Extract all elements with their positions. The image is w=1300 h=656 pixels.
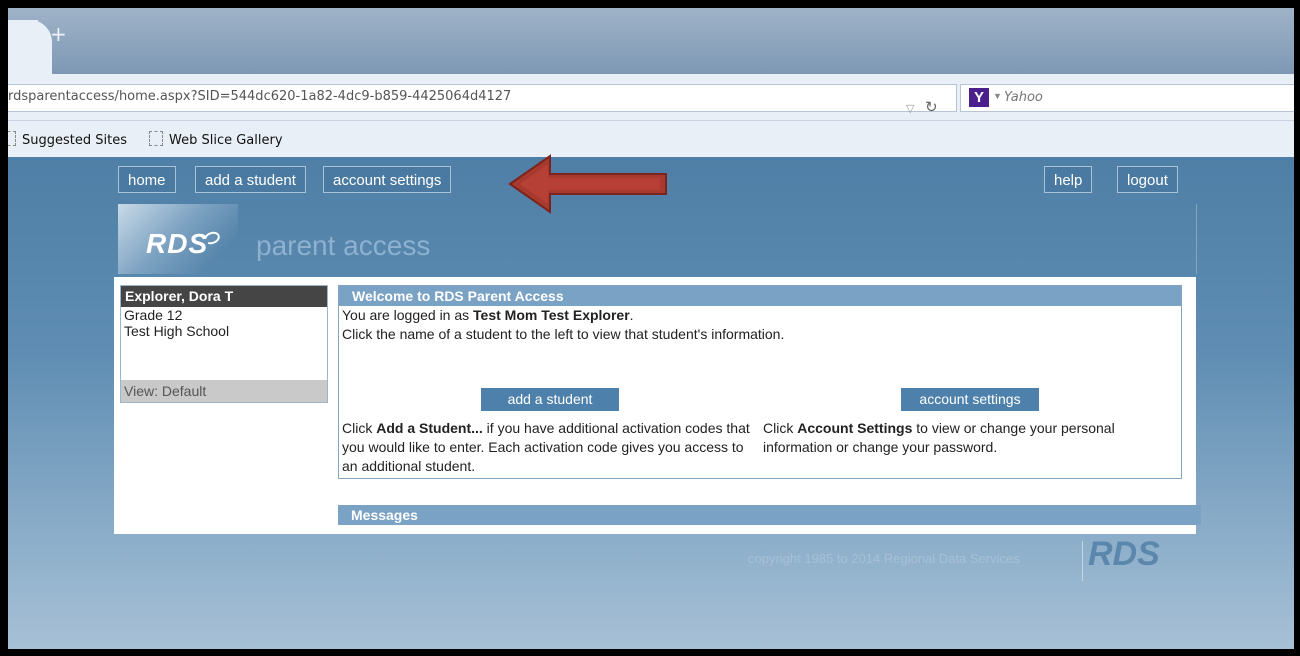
desc-bold: Add a Student...	[376, 420, 483, 436]
nav-account-settings-button[interactable]: account settings	[323, 166, 452, 193]
desc-bold: Account Settings	[797, 420, 913, 436]
new-tab-icon[interactable]: +	[50, 22, 67, 46]
bookmark-label: Web Slice Gallery	[169, 133, 283, 148]
active-tab[interactable]	[8, 20, 52, 76]
messages-header: Messages	[338, 505, 1201, 525]
footer-divider	[1082, 541, 1083, 581]
logo-brand: RDS	[146, 228, 209, 259]
footer-logo: RDS	[1088, 535, 1160, 573]
student-grade: Grade 12	[124, 307, 183, 323]
student-name-link[interactable]: Explorer, Dora T	[121, 286, 327, 307]
bookmark-suggested-sites[interactable]: Suggested Sites	[8, 131, 127, 148]
yahoo-logo-icon[interactable]: Y	[969, 88, 989, 107]
logged-in-text: You are logged in as Test Mom Test Explo…	[339, 306, 1181, 325]
student-panel: Explorer, Dora T Grade 12 Test High Scho…	[120, 285, 328, 403]
logo-tagline: parent access	[256, 230, 431, 261]
add-student-description: Click Add a Student... if you have addit…	[342, 419, 762, 476]
bookmark-label: Suggested Sites	[22, 133, 127, 148]
welcome-panel: Welcome to RDS Parent Access You are log…	[338, 285, 1182, 479]
search-engine-dropdown-icon[interactable]: ▼	[993, 91, 1002, 101]
web-slice-icon	[149, 131, 163, 146]
nav-home-button[interactable]: home	[118, 166, 176, 193]
tab-strip: +	[8, 8, 1294, 76]
page-icon	[8, 131, 16, 146]
welcome-title: Welcome to RDS Parent Access	[339, 286, 1181, 306]
logged-in-suffix: .	[629, 307, 634, 323]
nav-help-button[interactable]: help	[1044, 166, 1093, 193]
student-view-selector[interactable]: View: Default	[121, 380, 327, 402]
address-bar[interactable]: rdsparentaccess/home.aspx?SID=544dc620-1…	[8, 84, 957, 116]
add-student-button[interactable]: add a student	[481, 388, 619, 411]
student-school: Test High School	[124, 323, 230, 339]
bookmark-web-slice-gallery[interactable]: Web Slice Gallery	[149, 131, 283, 148]
main-content: Explorer, Dora T Grade 12 Test High Scho…	[114, 277, 1201, 534]
reload-icon[interactable]: ↻	[925, 98, 938, 116]
url-dropdown-icon[interactable]: ▽	[906, 102, 914, 115]
desc-prefix: Click	[763, 420, 798, 436]
desc-prefix: Click	[342, 420, 377, 436]
page-body: home add a student account settings help…	[8, 157, 1294, 649]
footer-copyright: copyright 1985 to 2014 Regional Data Ser…	[748, 551, 1020, 566]
nav-logout-button[interactable]: logout	[1117, 166, 1178, 193]
search-placeholder[interactable]: Yahoo	[1004, 90, 1043, 105]
welcome-instruction: Click the name of a student to the left …	[342, 326, 785, 342]
account-settings-description: Click Account Settings to view or change…	[763, 419, 1173, 457]
browser-window: + rdsparentaccess/home.aspx?SID=544dc620…	[8, 8, 1294, 649]
search-box[interactable]: Y ▼ Yahoo	[960, 84, 1294, 112]
navigation-bar: rdsparentaccess/home.aspx?SID=544dc620-1…	[8, 74, 1294, 121]
url-text[interactable]: rdsparentaccess/home.aspx?SID=544dc620-1…	[8, 89, 511, 104]
logged-in-user: Test Mom Test Explorer	[473, 307, 630, 323]
account-settings-button[interactable]: account settings	[901, 388, 1039, 411]
nav-add-student-button[interactable]: add a student	[195, 166, 306, 193]
logged-in-prefix: You are logged in as	[342, 307, 474, 323]
annotation-arrow-icon	[508, 154, 667, 214]
